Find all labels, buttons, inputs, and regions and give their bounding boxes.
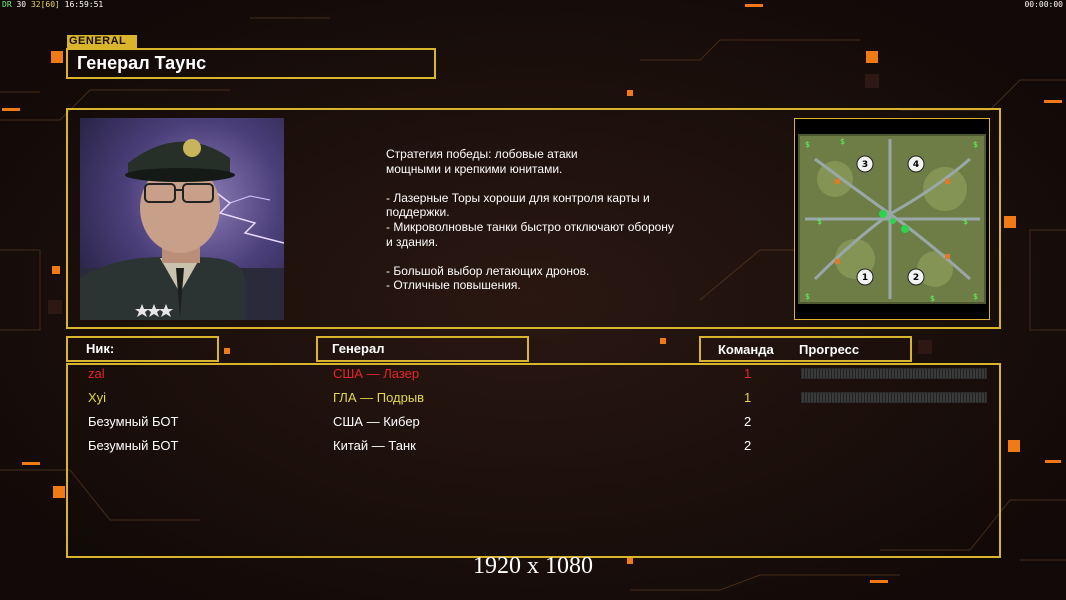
player-team: 1: [744, 390, 752, 405]
column-header-general[interactable]: Генерал: [316, 336, 529, 362]
player-general: США — Лазер: [333, 366, 420, 381]
general-portrait: [80, 118, 284, 320]
portrait-image: [80, 139, 284, 320]
svg-text:$: $: [817, 217, 822, 226]
player-general: США — Кибер: [333, 414, 420, 429]
player-team: 2: [744, 414, 752, 429]
player-team: 1: [744, 366, 752, 381]
column-header-progress[interactable]: Прогресс: [799, 339, 859, 361]
player-general: ГЛА — Подрыв: [333, 390, 425, 405]
general-tag: GENERAL: [67, 35, 137, 48]
debug-value: 32: [30, 0, 41, 9]
player-list-panel: zal США — Лазер 1 Xyi ГЛА — Подрыв 1 Без…: [66, 363, 1001, 558]
loading-progress-bar: [801, 392, 987, 403]
player-row[interactable]: zal США — Лазер 1: [68, 363, 999, 385]
map-slot-1: 1: [862, 273, 868, 283]
general-description: Стратегия победы: лобовые атаки мощными …: [386, 147, 674, 293]
svg-text:$: $: [805, 140, 810, 149]
map-preview[interactable]: $ $ $ $ $ $ $ $ 3 4 1 2: [794, 118, 990, 320]
svg-text:$: $: [973, 292, 978, 301]
column-header-nick[interactable]: Ник:: [66, 336, 219, 362]
debug-time: 16:59:51: [64, 0, 104, 9]
player-nick: Безумный БОТ: [88, 414, 179, 429]
map-slot-3: 3: [862, 160, 868, 170]
player-nick: Xyi: [88, 390, 107, 405]
svg-text:$: $: [805, 292, 810, 301]
debug-value: 30: [16, 0, 27, 9]
player-nick: zal: [88, 366, 105, 381]
svg-text:$: $: [973, 140, 978, 149]
player-row[interactable]: Безумный БОТ США — Кибер 2: [68, 411, 999, 433]
svg-text:$: $: [963, 217, 968, 226]
general-name: Генерал Таунс: [66, 48, 436, 79]
map-slot-2: 2: [913, 273, 919, 283]
svg-text:$: $: [930, 294, 935, 303]
column-header-team-progress: Команда Прогресс: [699, 336, 912, 362]
map-slot-4: 4: [913, 160, 919, 170]
loading-progress-bar: [801, 368, 987, 379]
player-row[interactable]: Безумный БОТ Китай — Танк 2: [68, 435, 999, 457]
column-header-team[interactable]: Команда: [718, 339, 774, 361]
svg-text:$: $: [840, 137, 845, 146]
debug-fps: [60]: [40, 0, 60, 9]
player-team: 2: [744, 438, 752, 453]
player-nick: Безумный БОТ: [88, 438, 179, 453]
debug-overlay: DR 30 32[60] 16:59:51: [2, 0, 103, 9]
player-row[interactable]: Xyi ГЛА — Подрыв 1: [68, 387, 999, 409]
minimap-image: $ $ $ $ $ $ $ $ 3 4 1 2: [798, 134, 986, 304]
player-general: Китай — Танк: [333, 438, 416, 453]
debug-flag: DR: [2, 0, 12, 9]
resolution-label: 1920 x 1080: [473, 553, 593, 579]
game-clock: 00:00:00: [1024, 0, 1063, 9]
